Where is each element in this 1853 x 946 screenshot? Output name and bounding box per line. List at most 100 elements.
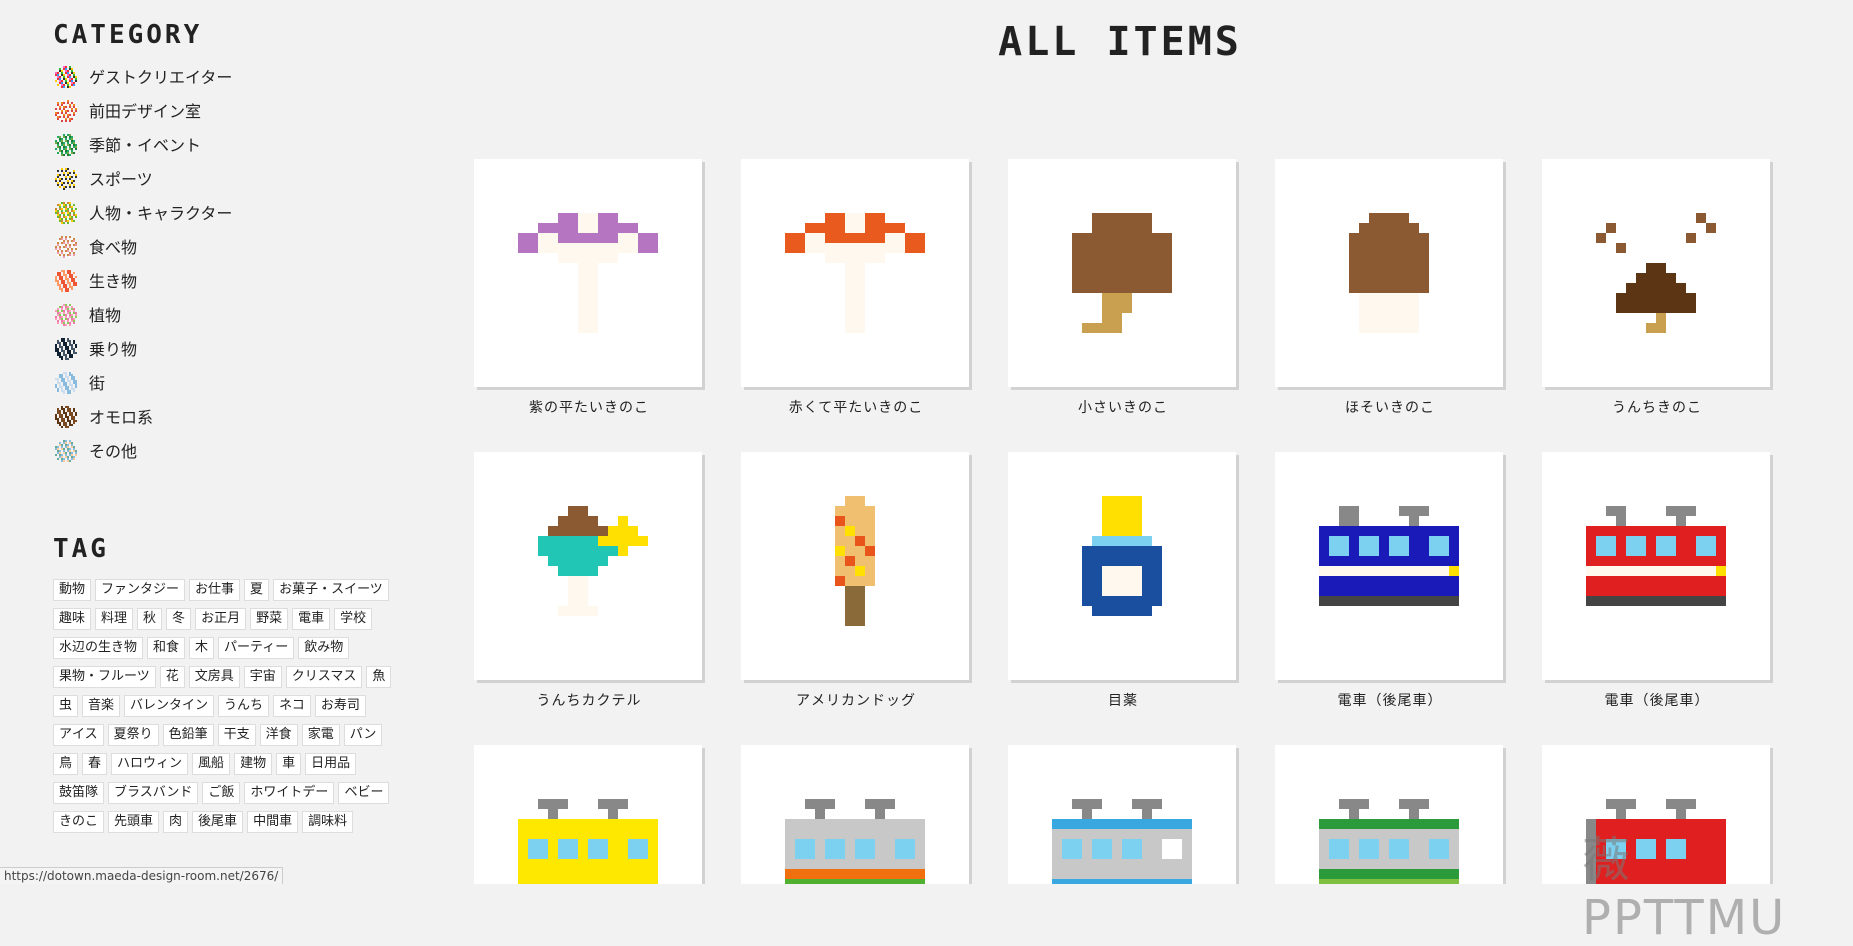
green-train-icon[interactable] (1275, 745, 1503, 884)
item-caption: 電車（後尾車） (1337, 693, 1443, 709)
tag-chip[interactable]: 動物 (53, 579, 92, 601)
tag-chip[interactable]: 音楽 (82, 695, 121, 717)
red-train-rear-icon[interactable] (1542, 452, 1770, 680)
tag-chip[interactable]: ホワイトデー (244, 782, 335, 804)
tag-chip[interactable]: 鳥 (53, 753, 79, 775)
item-card[interactable]: 紫の平たいきのこ (474, 159, 704, 417)
tag-chip[interactable]: 風船 (192, 753, 231, 775)
tag-chip[interactable]: 趣味 (53, 608, 92, 630)
item-card[interactable] (1275, 745, 1505, 884)
tag-chip[interactable]: 鼓笛隊 (53, 782, 105, 804)
tag-chip[interactable]: 宇宙 (243, 666, 282, 688)
tag-chip[interactable]: 車 (276, 753, 302, 775)
tag-chip[interactable]: クリスマス (285, 666, 363, 688)
category-item[interactable]: スポーツ (53, 166, 413, 190)
tag-chip[interactable]: 水辺の生き物 (53, 637, 144, 659)
category-item[interactable]: 前田デザイン室 (53, 98, 413, 122)
item-card[interactable]: アメリカンドッグ (741, 452, 971, 710)
item-card[interactable]: ほそいきのこ (1275, 159, 1505, 417)
tag-chip[interactable]: 和食 (147, 637, 186, 659)
category-item[interactable]: オモロ系 (53, 404, 413, 428)
tag-chip[interactable]: 干支 (217, 724, 256, 746)
tag-chip[interactable]: ハロウィン (111, 753, 189, 775)
item-card[interactable] (741, 745, 971, 884)
item-card[interactable]: 目薬 (1008, 452, 1238, 710)
tag-chip[interactable]: 先頭車 (108, 811, 160, 833)
item-card[interactable]: うんちカクテル (474, 452, 704, 710)
tag-chip[interactable]: アイス (53, 724, 104, 746)
category-item[interactable]: ゲストクリエイター (53, 64, 413, 88)
tag-chip[interactable]: 中間車 (247, 811, 299, 833)
tag-chip[interactable]: 日用品 (305, 753, 357, 775)
item-caption: 小さいきのこ (1078, 400, 1168, 416)
red-flat-mushroom-icon[interactable] (741, 159, 969, 387)
tag-chip[interactable]: お仕事 (189, 579, 241, 601)
tag-chip[interactable]: きのこ (53, 811, 105, 833)
gray-train-icon[interactable] (741, 745, 969, 884)
tag-chip[interactable]: パン (343, 724, 383, 746)
poop-cocktail-icon[interactable] (474, 452, 702, 680)
item-card[interactable]: うんちきのこ (1542, 159, 1772, 417)
item-card[interactable] (474, 745, 704, 884)
tag-chip[interactable]: 肉 (163, 811, 189, 833)
tag-chip[interactable]: 調味料 (302, 811, 354, 833)
poop-mushroom-icon[interactable] (1542, 159, 1770, 387)
tag-chip[interactable]: 電車 (292, 608, 331, 630)
tag-chip[interactable]: 後尾車 (192, 811, 244, 833)
category-item[interactable]: 季節・イベント (53, 132, 413, 156)
small-mushroom-icon[interactable] (1008, 159, 1236, 387)
tag-chip[interactable]: 春 (82, 753, 108, 775)
item-card[interactable]: 電車（後尾車） (1542, 452, 1772, 710)
tag-chip[interactable]: 夏祭り (107, 724, 159, 746)
tag-chip[interactable]: ファンタジー (95, 579, 186, 601)
tag-chip[interactable]: ブラスバンド (108, 782, 199, 804)
tag-chip[interactable]: 魚 (366, 666, 392, 688)
tag-chip[interactable]: 洋食 (259, 724, 298, 746)
tag-chip[interactable]: 家電 (301, 724, 340, 746)
yellow-train-icon[interactable] (474, 745, 702, 884)
tag-chip[interactable]: 飲み物 (298, 637, 350, 659)
skyblue-train-icon[interactable] (1008, 745, 1236, 884)
category-item[interactable]: 食べ物 (53, 234, 413, 258)
item-caption: 赤くて平たいきのこ (788, 400, 924, 416)
tag-chip[interactable]: 冬 (166, 608, 192, 630)
tag-chip[interactable]: 虫 (53, 695, 79, 717)
tag-chip[interactable]: 色鉛筆 (162, 724, 214, 746)
tag-chip[interactable]: 木 (189, 637, 215, 659)
tag-chip[interactable]: パーティー (218, 637, 295, 659)
category-item[interactable]: その他 (53, 438, 413, 462)
tag-heading: TAG (53, 534, 109, 564)
tag-chip[interactable]: 夏 (244, 579, 270, 601)
blue-train-rear-icon[interactable] (1275, 452, 1503, 680)
category-item[interactable]: 街 (53, 370, 413, 394)
item-card[interactable]: 赤くて平たいきのこ (741, 159, 971, 417)
corn-dog-icon[interactable] (741, 452, 969, 680)
thin-mushroom-icon[interactable] (1275, 159, 1503, 387)
eye-drops-icon[interactable] (1008, 452, 1236, 680)
tag-chip[interactable]: 野菜 (250, 608, 289, 630)
tag-chip[interactable]: ベビー (338, 782, 390, 804)
tag-chip[interactable]: 花 (159, 666, 185, 688)
tag-chip[interactable]: お正月 (195, 608, 247, 630)
tag-chip[interactable]: 料理 (95, 608, 134, 630)
category-item[interactable]: 生き物 (53, 268, 413, 292)
tag-chip[interactable]: ご飯 (202, 782, 241, 804)
tag-chip[interactable]: 果物・フルーツ (53, 666, 156, 688)
tag-chip[interactable]: 秋 (137, 608, 163, 630)
tag-chip[interactable]: お寿司 (314, 695, 366, 717)
category-item[interactable]: 植物 (53, 302, 413, 326)
category-item[interactable]: 人物・キャラクター (53, 200, 413, 224)
category-item[interactable]: 乗り物 (53, 336, 413, 360)
purple-flat-mushroom-icon[interactable] (474, 159, 702, 387)
tag-chip[interactable]: 学校 (334, 608, 373, 630)
item-card[interactable]: 電車（後尾車） (1275, 452, 1505, 710)
tag-chip[interactable]: 文房具 (188, 666, 240, 688)
tag-chip[interactable]: 建物 (234, 753, 273, 775)
tag-chip[interactable]: バレンタイン (124, 695, 215, 717)
tag-chip[interactable]: ネコ (273, 695, 311, 717)
tag-chip[interactable]: うんち (218, 695, 270, 717)
item-card[interactable] (1008, 745, 1238, 884)
tag-chip[interactable]: お菓子・スイーツ (273, 579, 389, 601)
item-card[interactable]: 小さいきのこ (1008, 159, 1238, 417)
page-title: ALL ITEMS (998, 19, 1242, 65)
